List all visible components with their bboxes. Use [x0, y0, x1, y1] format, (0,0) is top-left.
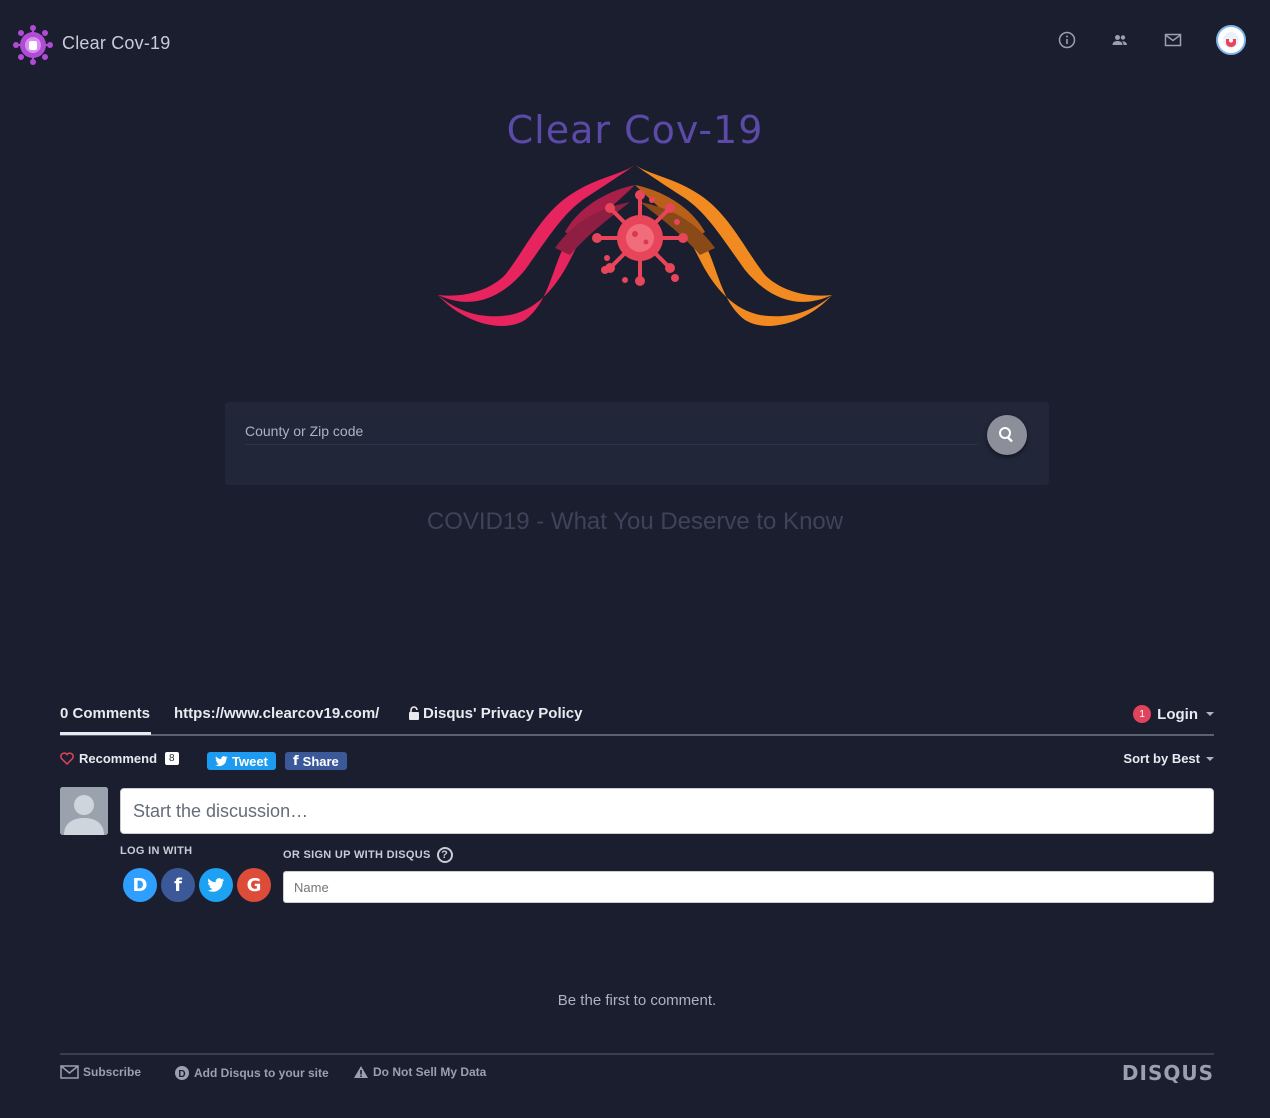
disqus-logo[interactable]: DISQUS	[1122, 1061, 1214, 1085]
disqus-nav: 0 Comments https://www.clearcov19.com/ D…	[60, 700, 1214, 736]
facebook-login-icon[interactable]: f	[161, 868, 195, 902]
sort-menu[interactable]: Sort by Best	[1123, 751, 1214, 766]
chevron-down-icon	[1206, 756, 1214, 761]
thread-actions: Recommend 8 Tweet f Share Sort by Best	[60, 736, 1214, 786]
privacy-policy-link[interactable]: Disqus' Privacy Policy	[408, 705, 582, 722]
comment-textarea[interactable]: Start the discussion…	[120, 788, 1214, 834]
hands-virus-illustration	[430, 160, 840, 335]
twitter-icon	[215, 755, 228, 766]
chevron-down-icon	[1206, 712, 1214, 716]
share-label: Share	[302, 753, 339, 769]
subscribe-label: Subscribe	[83, 1065, 142, 1079]
search-button[interactable]	[987, 415, 1027, 455]
help-icon[interactable]: ?	[436, 847, 453, 863]
disqus-footer: Subscribe D Add Disqus to your site Do N…	[60, 1053, 1214, 1095]
heart-icon	[60, 752, 74, 765]
do-not-sell-label: Do Not Sell My Data	[373, 1065, 487, 1079]
privacy-policy-label: Disqus' Privacy Policy	[423, 705, 583, 722]
people-icon[interactable]	[1110, 30, 1130, 50]
subscribe-link[interactable]: Subscribe	[60, 1065, 141, 1079]
name-field[interactable]	[283, 871, 1214, 903]
disqus-login-icon[interactable]: D	[123, 868, 157, 902]
virus-logo-icon[interactable]	[12, 24, 54, 66]
facebook-icon: f	[293, 753, 299, 769]
lock-icon	[409, 706, 419, 720]
login-menu[interactable]: 1 Login	[1133, 705, 1214, 723]
envelope-icon	[60, 1065, 79, 1079]
tagline: COVID19 - What You Deserve to Know	[426, 508, 844, 535]
add-disqus-label: Add Disqus to your site	[194, 1066, 329, 1080]
signup-label: OR SIGN UP WITH DISQUS	[283, 849, 431, 861]
twitter-login-icon[interactable]	[199, 868, 233, 902]
signup-label-row: OR SIGN UP WITH DISQUS ?	[283, 847, 453, 863]
login-label: Login	[1157, 705, 1198, 723]
do-not-sell-link[interactable]: Do Not Sell My Data	[353, 1065, 486, 1079]
login-with-label: LOG IN WITH	[120, 845, 193, 857]
recommend-button[interactable]: Recommend 8	[60, 751, 179, 766]
facebook-share-button[interactable]: f Share	[285, 752, 347, 770]
tweet-label: Tweet	[232, 753, 268, 769]
add-disqus-link[interactable]: D Add Disqus to your site	[174, 1065, 329, 1081]
mail-icon[interactable]	[1163, 30, 1183, 50]
active-tab-indicator	[60, 732, 151, 735]
notification-badge: 1	[1133, 705, 1152, 723]
guest-avatar	[60, 787, 108, 835]
recommend-label: Recommend	[79, 751, 158, 766]
brand-name[interactable]: Clear Cov-19	[62, 33, 170, 54]
hero-title: Clear Cov-19	[506, 108, 764, 152]
search-input[interactable]	[245, 418, 978, 445]
user-avatar[interactable]	[1216, 25, 1246, 55]
disqus-d-icon: D	[175, 1066, 189, 1080]
disqus-thread: 0 Comments https://www.clearcov19.com/ D…	[60, 700, 1214, 1085]
sort-label: Sort by Best	[1123, 751, 1200, 766]
svg-text:D: D	[178, 1069, 185, 1080]
warning-icon	[354, 1066, 368, 1078]
tab-site-url[interactable]: https://www.clearcov19.com/	[174, 705, 379, 722]
search-card	[225, 402, 1049, 485]
search-icon	[999, 427, 1013, 443]
empty-state-message: Be the first to comment.	[557, 992, 717, 1009]
info-icon[interactable]	[1057, 30, 1077, 50]
social-login-row: D f G	[123, 868, 271, 902]
recommend-count: 8	[165, 752, 179, 765]
tab-comments[interactable]: 0 Comments	[60, 705, 150, 722]
tweet-button[interactable]: Tweet	[207, 752, 276, 770]
google-login-icon[interactable]: G	[237, 868, 271, 902]
top-bar: Clear Cov-19	[0, 0, 1270, 86]
